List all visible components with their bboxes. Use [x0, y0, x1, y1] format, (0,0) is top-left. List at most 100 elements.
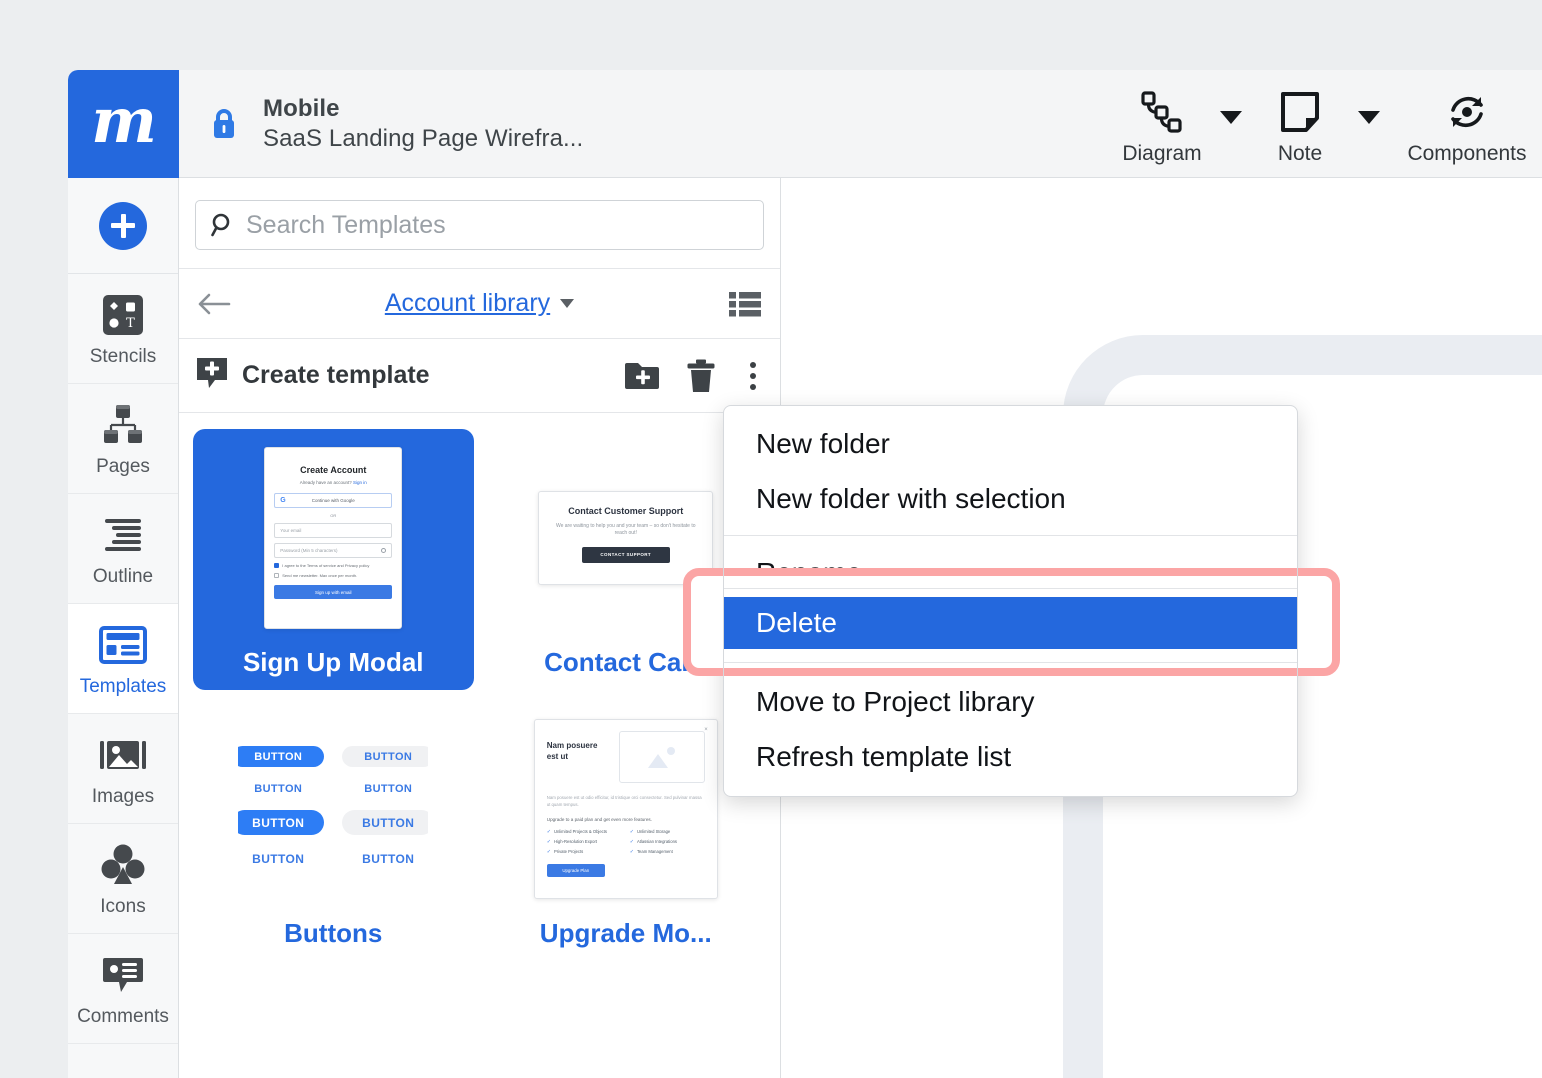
trash-icon[interactable]: [686, 359, 716, 393]
upgrade-cta-label: Upgrade Plan: [562, 868, 589, 873]
buttons-grid: BUTTON BUTTON BUTTON BUTTON BUTTON BUTTO…: [238, 734, 428, 871]
tool-note[interactable]: Note: [1254, 84, 1346, 166]
icons-icon: [100, 840, 146, 890]
template-thumbnail: Create Account Already have an account? …: [201, 443, 466, 633]
sidebar-item-outline-label: Outline: [93, 566, 153, 588]
template-name-upgrade: Upgrade Mo...: [540, 918, 712, 949]
sidebar-item-templates[interactable]: Templates: [68, 604, 178, 714]
signup-cta-label: Sign up with email: [315, 590, 352, 595]
template-grid: Create Account Already have an account? …: [179, 413, 780, 977]
document-name: Mobile: [263, 95, 583, 123]
sidebar-item-outline[interactable]: Outline: [68, 494, 178, 604]
list-view-icon[interactable]: [728, 290, 762, 318]
app-logo[interactable]: m: [68, 70, 179, 178]
signup-sub-prefix: Already have an account?: [300, 480, 352, 485]
tool-diagram-caret[interactable]: [1208, 84, 1254, 140]
upgrade-features: ✓Unlimited Projects & Objects ✓Unlimited…: [547, 829, 705, 855]
comments-icon: [101, 950, 145, 1000]
document-info: Mobile SaaS Landing Page Wirefra...: [179, 70, 583, 177]
button-sample-3: BUTTON: [238, 778, 324, 799]
upgrade-feature-label: Private Projects: [554, 849, 583, 854]
tool-components[interactable]: Components: [1392, 84, 1542, 166]
create-template-button[interactable]: Create template: [195, 356, 430, 395]
menu-divider: [724, 588, 1297, 589]
contact-body: We are waiting to help you and your team…: [555, 523, 696, 538]
contact-title: Contact Customer Support: [555, 506, 696, 516]
sidebar-item-images-label: Images: [92, 786, 154, 808]
search-input[interactable]: Search Templates: [195, 200, 764, 250]
check-icon: ✓: [547, 839, 551, 845]
check-icon: ✓: [547, 829, 551, 835]
button-sample-7: BUTTON: [238, 846, 324, 871]
chevron-down-icon: [1220, 111, 1242, 124]
chevron-down-icon[interactable]: [560, 299, 574, 308]
add-button-wrap: [68, 178, 178, 274]
upgrade-feature-label: High-Resolution Export: [554, 839, 597, 844]
diagram-icon: [1139, 84, 1185, 140]
tool-note-caret[interactable]: [1346, 84, 1392, 140]
checkbox-checked-icon: [274, 563, 279, 568]
images-icon: [99, 730, 147, 780]
signup-password-placeholder: Password (Min 5 characters): [280, 548, 337, 553]
signup-newsletter-label: Send me newsletter. Max once per month.: [282, 573, 357, 578]
signup-signin-link: Sign in: [353, 480, 367, 485]
template-card-buttons[interactable]: BUTTON BUTTON BUTTON BUTTON BUTTON BUTTO…: [193, 700, 474, 961]
template-card-signup[interactable]: Create Account Already have an account? …: [193, 429, 474, 690]
kebab-menu-icon[interactable]: [742, 362, 764, 390]
signup-title: Create Account: [274, 465, 392, 475]
breadcrumb: Account library: [179, 269, 780, 339]
close-icon: ×: [704, 727, 708, 733]
menu-item-new-folder-with-selection[interactable]: New folder with selection: [724, 471, 1297, 526]
signup-subtitle: Already have an account? Sign in: [274, 480, 392, 485]
contact-inner: Contact Customer Support We are waiting …: [539, 492, 712, 577]
back-arrow-icon[interactable]: [197, 292, 231, 316]
signup-divider: OR: [274, 513, 392, 518]
sidebar-item-comments[interactable]: Comments: [68, 934, 178, 1044]
new-folder-icon[interactable]: [624, 361, 660, 391]
toolbar-spacer: [583, 70, 1116, 177]
add-button[interactable]: [99, 202, 147, 250]
sidebar-item-icons[interactable]: Icons: [68, 824, 178, 934]
breadcrumb-library-link[interactable]: Account library: [385, 289, 550, 318]
upgrade-body: Nam posuere est ut odio efficitur, id tr…: [547, 795, 705, 809]
logo-glyph: m: [91, 90, 156, 152]
menu-item-new-folder[interactable]: New folder: [724, 416, 1297, 471]
breadcrumb-center: Account library: [179, 289, 780, 318]
signup-thumbnail: Create Account Already have an account? …: [264, 447, 402, 629]
sidebar-item-stencils[interactable]: T Stencils: [68, 274, 178, 384]
sidebar-item-comments-label: Comments: [77, 1006, 169, 1028]
menu-item-delete[interactable]: Delete: [724, 592, 1297, 654]
button-sample-5: BUTTON: [238, 810, 324, 835]
check-icon: ✓: [630, 849, 634, 855]
top-toolbar: m Mobile SaaS Landing Page Wirefra...: [68, 70, 1542, 178]
sidebar-item-pages[interactable]: Pages: [68, 384, 178, 494]
svg-text:T: T: [126, 316, 135, 331]
search-icon: [210, 212, 236, 238]
stencils-icon: T: [101, 290, 145, 340]
signup-google-button: G Continue with Google: [274, 493, 392, 508]
signup-newsletter-check: Send me newsletter. Max once per month.: [274, 573, 392, 578]
contact-cta-label: CONTACT SUPPORT: [600, 552, 651, 557]
button-sample-2: BUTTON: [342, 746, 428, 767]
menu-item-refresh-template-list[interactable]: Refresh template list: [724, 729, 1297, 784]
tool-diagram[interactable]: Diagram: [1116, 84, 1208, 166]
upgrade-cta-button: Upgrade Plan: [547, 864, 605, 877]
outline-icon: [101, 510, 145, 560]
menu-item-delete-label: Delete: [724, 607, 837, 639]
pages-icon: [100, 400, 146, 450]
signup-google-label: Continue with Google: [312, 498, 355, 503]
image-placeholder-icon: [619, 731, 705, 783]
menu-item-move-to-project-library[interactable]: Move to Project library: [724, 674, 1297, 729]
template-thumbnail: × Nam posuere est ut Nam p: [494, 714, 759, 904]
upgrade-feature: ✓Team Management: [630, 849, 705, 855]
upgrade-thumbnail: × Nam posuere est ut Nam p: [534, 719, 718, 899]
panel-toolbar-actions: [624, 359, 764, 393]
left-rail: T Stencils Pages: [68, 178, 179, 1078]
search-placeholder: Search Templates: [246, 211, 446, 240]
button-sample-4: BUTTON: [342, 778, 428, 799]
upgrade-feature: ✓Unlimited Storage: [630, 829, 705, 835]
menu-edge-right: [1297, 568, 1298, 676]
button-sample-8: BUTTON: [342, 846, 428, 871]
toolbar-tools: Diagram Note: [1116, 70, 1542, 177]
sidebar-item-images[interactable]: Images: [68, 714, 178, 824]
